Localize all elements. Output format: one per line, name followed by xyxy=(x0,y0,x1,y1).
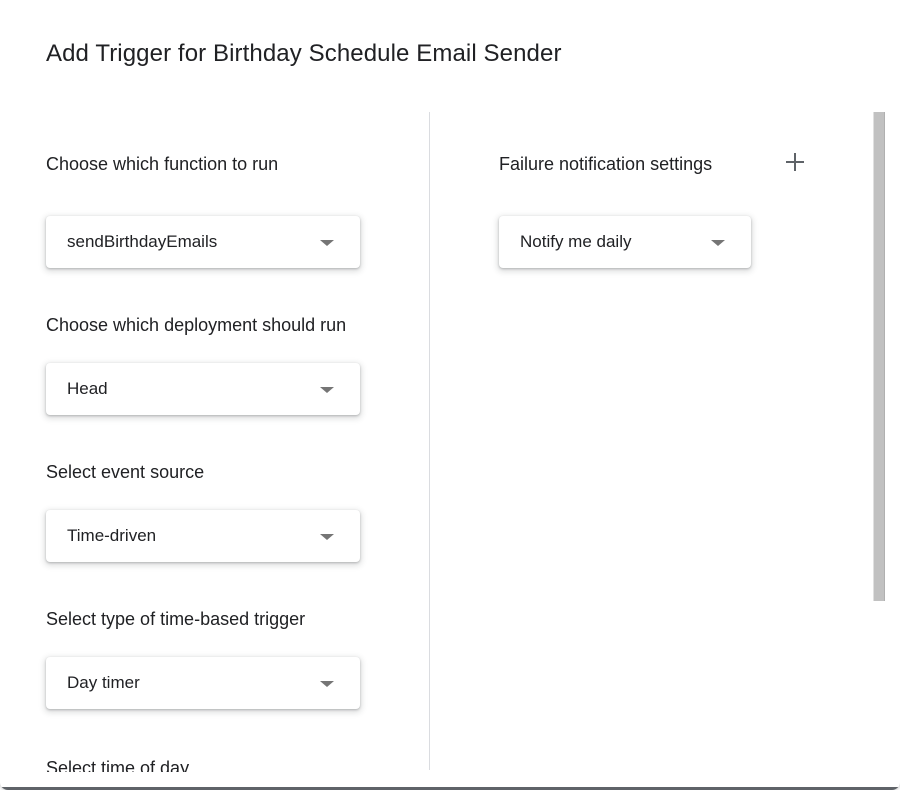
time-of-day-label: Select time of day xyxy=(46,758,190,772)
dropdown-arrow-icon xyxy=(320,387,334,393)
function-select-value: sendBirthdayEmails xyxy=(67,232,218,251)
trigger-type-select[interactable]: Day timer xyxy=(46,657,360,709)
event-source-select[interactable]: Time-driven xyxy=(46,510,360,562)
trigger-type-label: Select type of time-based trigger xyxy=(46,609,306,629)
event-source-select-value: Time-driven xyxy=(67,526,157,545)
dropdown-arrow-icon xyxy=(711,240,725,246)
dialog-body: Choose which function to run sendBirthda… xyxy=(0,112,900,772)
failure-notification-label: Failure notification settings xyxy=(499,154,713,174)
column-divider xyxy=(429,112,430,770)
scrollbar-thumb[interactable] xyxy=(873,112,885,601)
deployment-select[interactable]: Head xyxy=(46,363,360,415)
event-source-label: Select event source xyxy=(46,462,205,482)
dropdown-arrow-icon xyxy=(320,240,334,246)
dropdown-arrow-icon xyxy=(320,681,334,687)
deployment-label: Choose which deployment should run xyxy=(46,315,347,335)
function-select[interactable]: sendBirthdayEmails xyxy=(46,216,360,268)
plus-icon[interactable] xyxy=(785,152,805,172)
trigger-type-select-value: Day timer xyxy=(67,673,140,692)
add-trigger-dialog: Add Trigger for Birthday Schedule Email … xyxy=(0,0,900,790)
failure-notification-select[interactable]: Notify me daily xyxy=(499,216,751,268)
deployment-select-value: Head xyxy=(67,379,108,398)
dialog-title: Add Trigger for Birthday Schedule Email … xyxy=(46,40,562,67)
failure-notification-select-value: Notify me daily xyxy=(520,232,632,251)
dropdown-arrow-icon xyxy=(320,534,334,540)
function-label: Choose which function to run xyxy=(46,154,279,174)
